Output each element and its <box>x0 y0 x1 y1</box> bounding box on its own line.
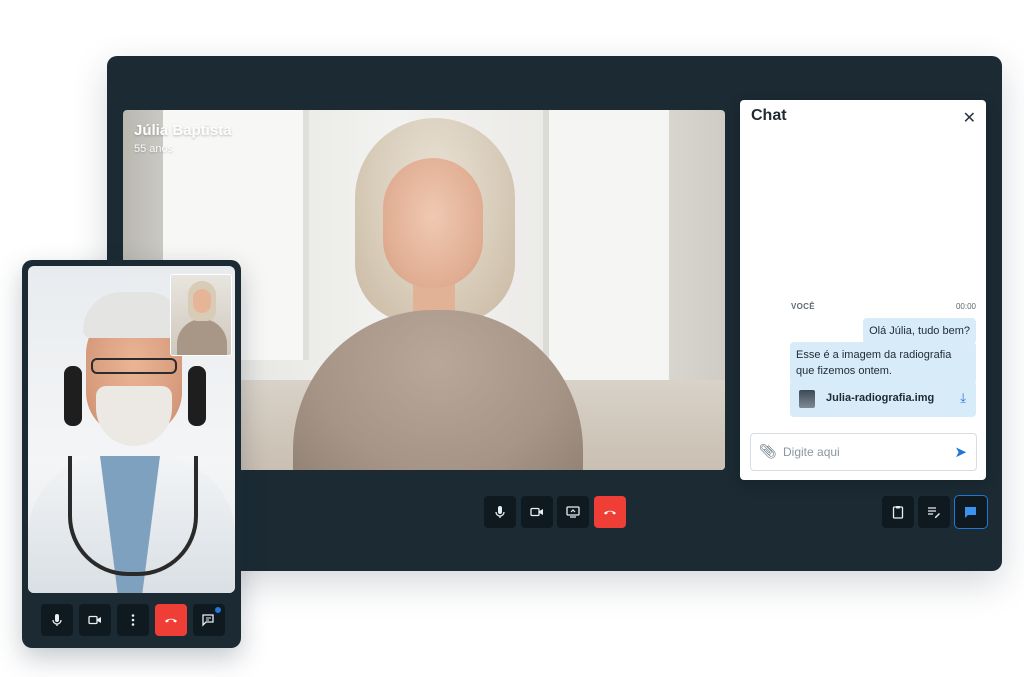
file-attachment[interactable]: Julia-radiografia.img ⤓ <box>790 381 976 417</box>
clipboard-icon <box>892 506 904 519</box>
patient-body <box>293 310 583 470</box>
message-sender: VOCÊ <box>791 302 815 311</box>
screen-share-button[interactable] <box>557 496 589 528</box>
caller-age: 55 anos <box>134 143 174 155</box>
caller-name: Júlia Baptista <box>134 122 232 139</box>
mobile-more-button[interactable] <box>117 604 149 636</box>
send-icon[interactable]: ➤ <box>954 443 967 461</box>
message-time: 00:00 <box>955 302 976 311</box>
chat-message: Esse é a imagem da radiografia que fizem… <box>790 342 976 384</box>
message-input[interactable] <box>781 440 945 464</box>
phone-hangup-icon <box>604 510 616 515</box>
headset <box>64 366 82 426</box>
video-camera-icon <box>88 615 101 625</box>
end-call-button[interactable] <box>594 496 626 528</box>
paperclip-icon[interactable]: 📎︎ <box>759 443 777 460</box>
mobile-end-call-button[interactable] <box>155 604 187 636</box>
xray-thumbnail <box>799 390 815 408</box>
mobile-chat-button[interactable] <box>193 604 225 636</box>
stethoscope <box>68 456 198 576</box>
chat-input-box: 📎︎ ➤ <box>750 433 977 471</box>
microphone-icon <box>495 506 505 518</box>
doctor-beard <box>96 386 172 446</box>
chat-title: Chat <box>751 107 787 124</box>
pip-patient-body <box>177 319 227 355</box>
patient-face <box>383 158 483 288</box>
camera-button[interactable] <box>521 496 553 528</box>
self-view-pip[interactable] <box>170 274 232 356</box>
close-icon[interactable]: ✕ <box>963 108 976 128</box>
chat-panel: Chat ✕ VOCÊ 00:00 Olá Júlia, tudo bem? E… <box>740 100 986 480</box>
phone-hangup-icon <box>165 618 177 623</box>
notes-button[interactable] <box>918 496 950 528</box>
file-name: Julia-radiografia.img <box>826 392 935 404</box>
notes-edit-icon <box>928 507 940 518</box>
pip-patient-face <box>193 289 211 313</box>
video-camera-icon <box>530 507 543 517</box>
chat-toggle-button[interactable] <box>954 495 988 529</box>
more-vertical-icon <box>131 614 135 626</box>
chat-icon <box>202 614 214 627</box>
mobile-call-window <box>22 260 241 648</box>
microphone-icon <box>52 614 62 626</box>
chat-message: Olá Júlia, tudo bem? <box>863 318 976 344</box>
mic-button[interactable] <box>484 496 516 528</box>
clipboard-button[interactable] <box>882 496 914 528</box>
screen-share-icon <box>566 506 580 518</box>
doctor-video-feed <box>28 266 235 593</box>
headset <box>188 366 206 426</box>
mobile-mic-button[interactable] <box>41 604 73 636</box>
notification-dot <box>215 607 221 613</box>
chat-icon <box>965 507 976 518</box>
mobile-camera-button[interactable] <box>79 604 111 636</box>
download-icon[interactable]: ⤓ <box>960 390 966 406</box>
doctor-glasses <box>91 358 177 374</box>
background-window <box>543 110 669 390</box>
mobile-controls <box>41 604 231 636</box>
